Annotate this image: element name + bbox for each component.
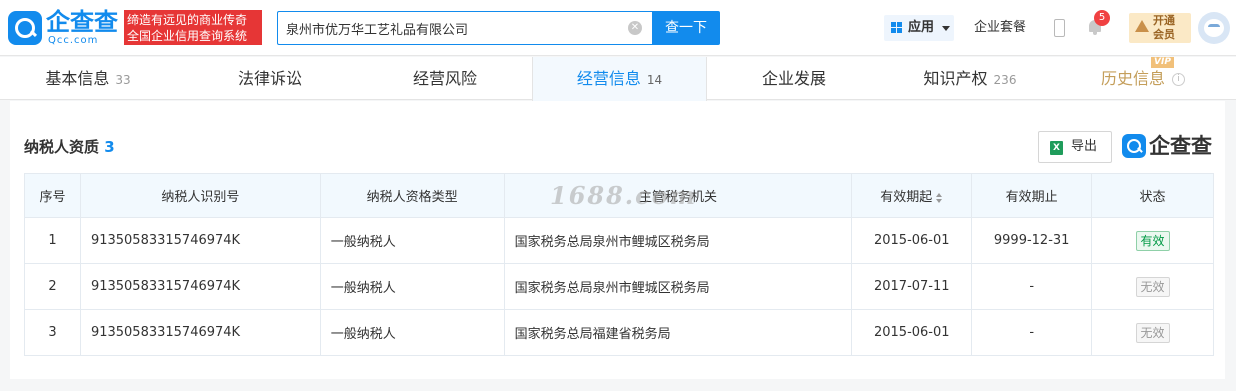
enterprise-package-link[interactable]: 企业套餐 — [974, 0, 1026, 56]
cell-type: 一般纳税人 — [319, 309, 505, 356]
company-tabs: 基本信息 33 法律诉讼 经营风险 经营信息 14 企业发展 知识产权 236 历史信… — [0, 57, 1236, 101]
tab-label: 经营风险 — [412, 69, 477, 88]
vip-open-button[interactable]: 开通 会员 — [1129, 13, 1191, 43]
qcc-logo-icon — [8, 11, 42, 45]
col-header-start[interactable]: 有效期起 — [851, 173, 973, 218]
cell-tax-id: 91350583315746974K — [79, 263, 321, 310]
search-box: ✕ — [277, 11, 653, 45]
col-header-status: 状态 — [1091, 173, 1214, 218]
cell-end: - — [971, 263, 1093, 310]
export-button[interactable]: X 导出 — [1038, 131, 1112, 163]
tab-label: 企业发展 — [761, 69, 826, 88]
col-header-start-label: 有效期起 — [880, 190, 933, 205]
section-count: 3 — [104, 138, 115, 156]
tab-history[interactable]: 历史信息 i — [1078, 57, 1208, 100]
cell-start: 2015-06-01 — [851, 309, 973, 356]
info-icon: i — [1172, 73, 1185, 86]
crown-icon — [1135, 20, 1149, 32]
col-header-tax-id: 纳税人识别号 — [79, 173, 321, 218]
tab-count: 14 — [646, 73, 663, 87]
cell-end: 9999-12-31 — [971, 217, 1093, 264]
vip-label-line-2: 会员 — [1153, 28, 1175, 41]
tab-label: 知识产权 — [923, 69, 988, 88]
vip-tag: VIP — [1151, 57, 1174, 68]
excel-icon: X — [1050, 141, 1063, 155]
notification-badge: 5 — [1094, 10, 1110, 26]
col-header-no: 序号 — [24, 173, 81, 218]
user-avatar[interactable] — [1198, 12, 1230, 44]
cell-type: 一般纳税人 — [319, 217, 505, 264]
watermark: 1688.com — [550, 181, 698, 210]
taxpayer-panel: 纳税人资质 3 X 导出 企查查 序号 纳税人识别号 纳税人资格类型 主管税务机… — [10, 101, 1225, 379]
qcc-logo[interactable]: 企查查 Qcc.com — [8, 8, 120, 47]
cell-authority: 国家税务总局泉州市鲤城区税务局 — [503, 217, 853, 264]
cell-tax-id: 91350583315746974K — [79, 309, 321, 356]
section-title: 纳税人资质 3 — [24, 137, 115, 157]
logo-domain: Qcc.com — [48, 35, 99, 46]
top-header: 企查查 Qcc.com 缔造有远见的商业传奇 全国企业信用查询系统 ✕ 查一下 … — [0, 0, 1236, 56]
section-title-text: 纳税人资质 — [24, 138, 100, 156]
tab-label: 法律诉讼 — [237, 69, 302, 88]
tab-operational-risk[interactable]: 经营风险 — [375, 57, 515, 100]
col-header-type: 纳税人资格类型 — [319, 173, 505, 218]
cell-authority: 国家税务总局泉州市鲤城区税务局 — [503, 263, 853, 310]
tab-ip[interactable]: 知识产权 236 — [900, 57, 1040, 100]
logo-name: 企查查 — [46, 8, 118, 36]
cell-no: 2 — [24, 263, 81, 310]
slogan-banner: 缔造有远见的商业传奇 全国企业信用查询系统 — [124, 10, 262, 45]
tab-label: 基本信息 — [45, 69, 110, 88]
export-label: 导出 — [1071, 139, 1098, 154]
slogan-line-2: 全国企业信用查询系统 — [127, 29, 248, 43]
cell-no: 1 — [24, 217, 81, 264]
cell-status: 无效 — [1091, 309, 1214, 356]
qcc-logo-icon — [1122, 134, 1146, 158]
table-row: 2 91350583315746974K 一般纳税人 国家税务总局泉州市鲤城区税… — [24, 263, 1214, 310]
clear-icon[interactable]: ✕ — [628, 21, 642, 35]
cell-start: 2017-07-11 — [851, 263, 973, 310]
cell-tax-id: 91350583315746974K — [79, 217, 321, 264]
tab-development[interactable]: 企业发展 — [724, 57, 864, 100]
vip-label: 开通 会员 — [1153, 14, 1175, 42]
tab-count: 236 — [993, 73, 1017, 87]
table-row: 3 91350583315746974K 一般纳税人 国家税务总局福建省税务局 … — [24, 309, 1214, 356]
col-header-end: 有效期止 — [971, 173, 1093, 218]
cell-status: 有效 — [1091, 217, 1214, 264]
status-badge: 无效 — [1135, 276, 1170, 297]
tab-count: 33 — [115, 73, 131, 87]
search-input[interactable] — [286, 12, 622, 44]
tab-legal[interactable]: 法律诉讼 — [200, 57, 340, 100]
tab-business-info[interactable]: 经营信息 14 — [532, 57, 707, 101]
mobile-icon[interactable] — [1054, 19, 1065, 37]
chevron-down-icon — [942, 26, 950, 31]
slogan-line-1: 缔造有远见的商业传奇 — [127, 13, 248, 27]
cell-end: - — [971, 309, 1093, 356]
qcc-brand-logo: 企查查 — [1122, 132, 1216, 162]
status-badge: 无效 — [1135, 322, 1170, 343]
cell-type: 一般纳税人 — [319, 263, 505, 310]
tab-label: 经营信息 — [576, 69, 641, 88]
cell-no: 3 — [24, 309, 81, 356]
tab-basic-info[interactable]: 基本信息 33 — [18, 57, 158, 100]
brand-name: 企查查 — [1149, 134, 1212, 158]
table-row: 1 91350583315746974K 一般纳税人 国家税务总局泉州市鲤城区税… — [24, 217, 1214, 264]
vip-label-line-1: 开通 — [1153, 14, 1175, 27]
search-button[interactable]: 查一下 — [652, 11, 720, 45]
cell-authority: 国家税务总局福建省税务局 — [503, 309, 853, 356]
tab-label: 历史信息 — [1100, 69, 1165, 88]
cell-start: 2015-06-01 — [851, 217, 973, 264]
status-badge: 有效 — [1135, 230, 1170, 251]
cell-status: 无效 — [1091, 263, 1214, 310]
sort-icon[interactable] — [936, 192, 943, 203]
grid-icon — [891, 22, 903, 34]
apps-menu-button[interactable]: 应用 — [884, 15, 954, 41]
apps-label: 应用 — [908, 20, 935, 35]
